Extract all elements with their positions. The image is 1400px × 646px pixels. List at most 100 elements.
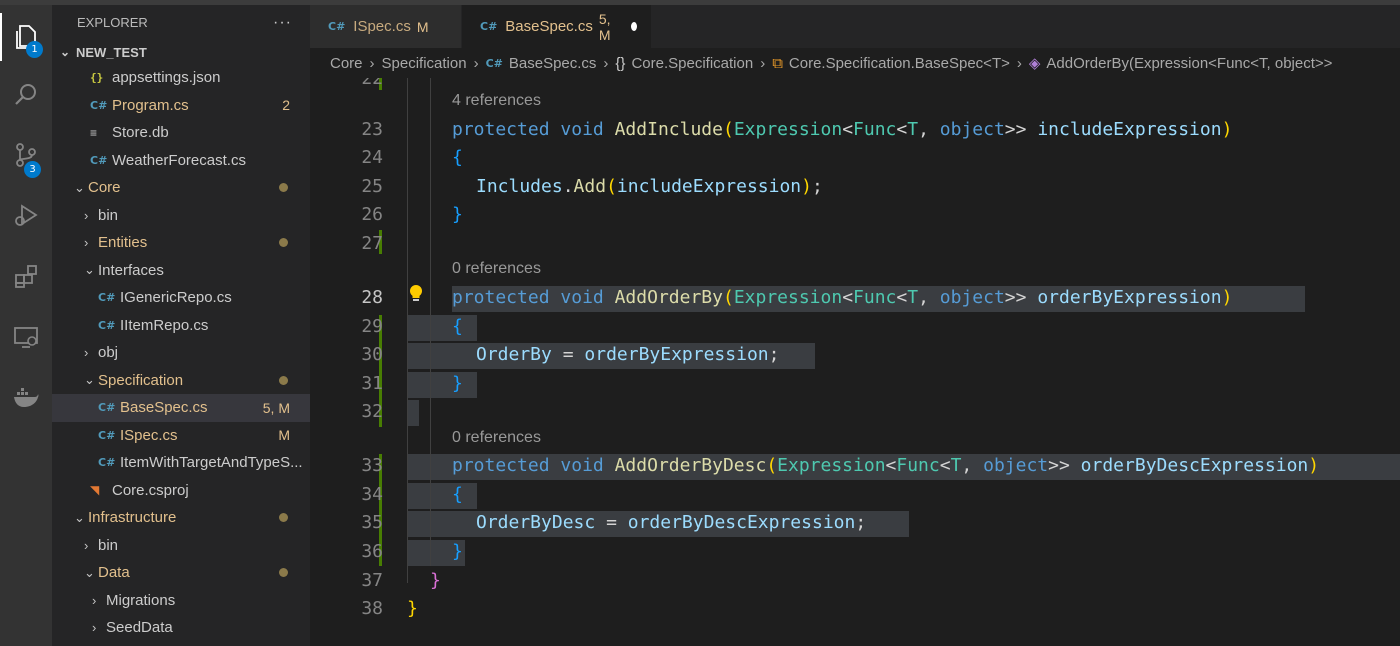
more-actions-icon[interactable]: ··· — [273, 14, 292, 32]
line-number: 36 — [361, 541, 383, 562]
csharp-icon: C# — [98, 291, 116, 305]
tree-item-label: Migrations — [106, 591, 176, 609]
line-number: 22 — [361, 78, 383, 89]
file-item[interactable]: ◥ Core.csproj — [52, 477, 310, 505]
workspace-section-header[interactable]: ⌄ NEW_TEST — [52, 40, 310, 64]
line-number: 38 — [361, 598, 383, 619]
code-line: protected void AddOrderBy(Expression<Fun… — [452, 287, 1233, 308]
tree-item-label: obj — [98, 344, 119, 362]
explorer-header: EXPLORER ··· — [52, 5, 310, 40]
line-number: 25 — [361, 176, 383, 197]
database-icon: ≡ — [90, 125, 98, 140]
folder-item[interactable]: ⌄ Infrastructure — [52, 504, 310, 532]
chevron-right-icon: › — [84, 345, 89, 361]
source-control-icon[interactable]: 3 — [0, 131, 52, 179]
line-number: 31 — [361, 373, 383, 394]
code-line: } — [407, 598, 418, 619]
file-item[interactable]: C# IItemRepo.cs — [52, 312, 310, 340]
breadcrumb-item[interactable]: BaseSpec.cs — [509, 55, 597, 72]
line-number: 27 — [361, 233, 383, 254]
unsaved-dot-icon[interactable] — [631, 22, 637, 31]
csharp-icon: C# — [98, 401, 116, 415]
docker-icon[interactable] — [0, 373, 52, 421]
chevron-right-icon: › — [369, 54, 375, 72]
rss-icon: ◥ — [90, 483, 100, 498]
code-editor[interactable]: 22 23 24 25 26 27 28 29 30 31 32 33 34 3… — [310, 78, 1400, 646]
search-icon[interactable] — [0, 71, 52, 119]
file-item[interactable]: C# IGenericRepo.cs — [52, 284, 310, 312]
file-item[interactable]: C# BaseSpec.cs 5, M — [52, 394, 310, 422]
folder-item[interactable]: › obj — [52, 339, 310, 367]
line-number: 37 — [361, 570, 383, 591]
tab-ispec[interactable]: C# ISpec.cs M — [310, 5, 462, 48]
chevron-right-icon: › — [84, 207, 89, 223]
code-line: OrderByDesc = orderByDescExpression; — [476, 512, 867, 533]
line-number: 33 — [361, 455, 383, 476]
chevron-down-icon: ⌄ — [74, 509, 85, 525]
lightbulb-icon[interactable] — [408, 284, 424, 304]
file-item[interactable]: ≡ Store.db — [52, 119, 310, 147]
selection-highlight — [407, 315, 477, 341]
code-line: } — [430, 570, 441, 591]
csharp-icon: C# — [98, 456, 116, 470]
activity-bar: 1 3 — [0, 5, 52, 646]
folder-item[interactable]: › Migrations — [52, 587, 310, 615]
chevron-right-icon: › — [84, 235, 89, 251]
tab-basespec[interactable]: C# BaseSpec.cs 5, M — [462, 5, 652, 48]
git-status-decoration: 2 — [282, 97, 290, 114]
tree-item-label: BaseSpec.cs — [120, 399, 208, 417]
file-item[interactable]: {} appsettings.json — [52, 64, 310, 92]
explorer-title: EXPLORER — [77, 15, 148, 30]
tree-item-label: Interfaces — [98, 261, 164, 279]
selection-highlight — [407, 372, 477, 398]
line-number: 32 — [361, 401, 383, 422]
folder-item[interactable]: ⌄ Specification — [52, 367, 310, 395]
tree-item-label: Specification — [98, 371, 184, 389]
run-debug-icon[interactable] — [0, 191, 52, 239]
breadcrumb-item[interactable]: Core.Specification — [631, 55, 753, 72]
chevron-right-icon: › — [84, 537, 89, 553]
folder-item[interactable]: ⌄ Interfaces — [52, 257, 310, 285]
folder-item[interactable]: › bin — [52, 202, 310, 230]
tree-item-label: WeatherForecast.cs — [112, 151, 246, 169]
breadcrumb-item[interactable]: Core — [330, 55, 363, 72]
code-line: OrderBy = orderByExpression; — [476, 344, 780, 365]
breadcrumb-item[interactable]: AddOrderBy(Expression<Func<T, object>> — [1046, 55, 1332, 72]
class-icon: ⧉ — [772, 54, 783, 72]
breadcrumb-item[interactable]: Core.Specification.BaseSpec<T> — [789, 55, 1010, 72]
tab-label: BaseSpec.cs — [505, 18, 593, 35]
breadcrumb-item[interactable]: Specification — [382, 55, 467, 72]
line-number: 28 — [361, 287, 383, 308]
modified-dot-icon — [279, 375, 288, 385]
editor-tab-bar: C# ISpec.cs M C# BaseSpec.cs 5, M — [310, 5, 1400, 48]
indent-guide — [407, 78, 408, 583]
codelens-references[interactable]: 0 references — [452, 260, 541, 278]
file-item[interactable]: C# WeatherForecast.cs — [52, 147, 310, 175]
tree-item-label: Core — [88, 179, 121, 197]
codelens-references[interactable]: 0 references — [452, 429, 541, 447]
folder-item[interactable]: ⌄ Data — [52, 559, 310, 587]
chevron-right-icon: › — [92, 592, 97, 608]
chevron-right-icon: › — [473, 54, 479, 72]
code-line: { — [452, 147, 463, 168]
line-number: 34 — [361, 484, 383, 505]
folder-item[interactable]: › Entities — [52, 229, 310, 257]
folder-item[interactable]: ⌄ Core — [52, 174, 310, 202]
code-line: protected void AddInclude(Expression<Fun… — [452, 119, 1233, 140]
chevron-down-icon: ⌄ — [60, 45, 71, 59]
line-number: 26 — [361, 204, 383, 225]
explorer-icon[interactable]: 1 — [0, 13, 52, 61]
modified-dot-icon — [279, 238, 288, 248]
folder-item[interactable]: › SeedData — [52, 614, 310, 642]
tree-item-label: ISpec.cs — [120, 426, 178, 444]
csharp-file-icon: C# — [485, 56, 503, 70]
file-item[interactable]: C# Program.cs 2 — [52, 92, 310, 120]
remote-explorer-icon[interactable] — [0, 313, 52, 361]
extensions-icon[interactable] — [0, 253, 52, 301]
codelens-references[interactable]: 4 references — [452, 92, 541, 110]
code-line: } — [452, 541, 463, 562]
file-item[interactable]: C# ISpec.cs M — [52, 422, 310, 450]
file-item[interactable]: C# ItemWithTargetAndTypeS... — [52, 449, 310, 477]
tree-item-label: bin — [98, 206, 119, 224]
folder-item[interactable]: › bin — [52, 532, 310, 560]
